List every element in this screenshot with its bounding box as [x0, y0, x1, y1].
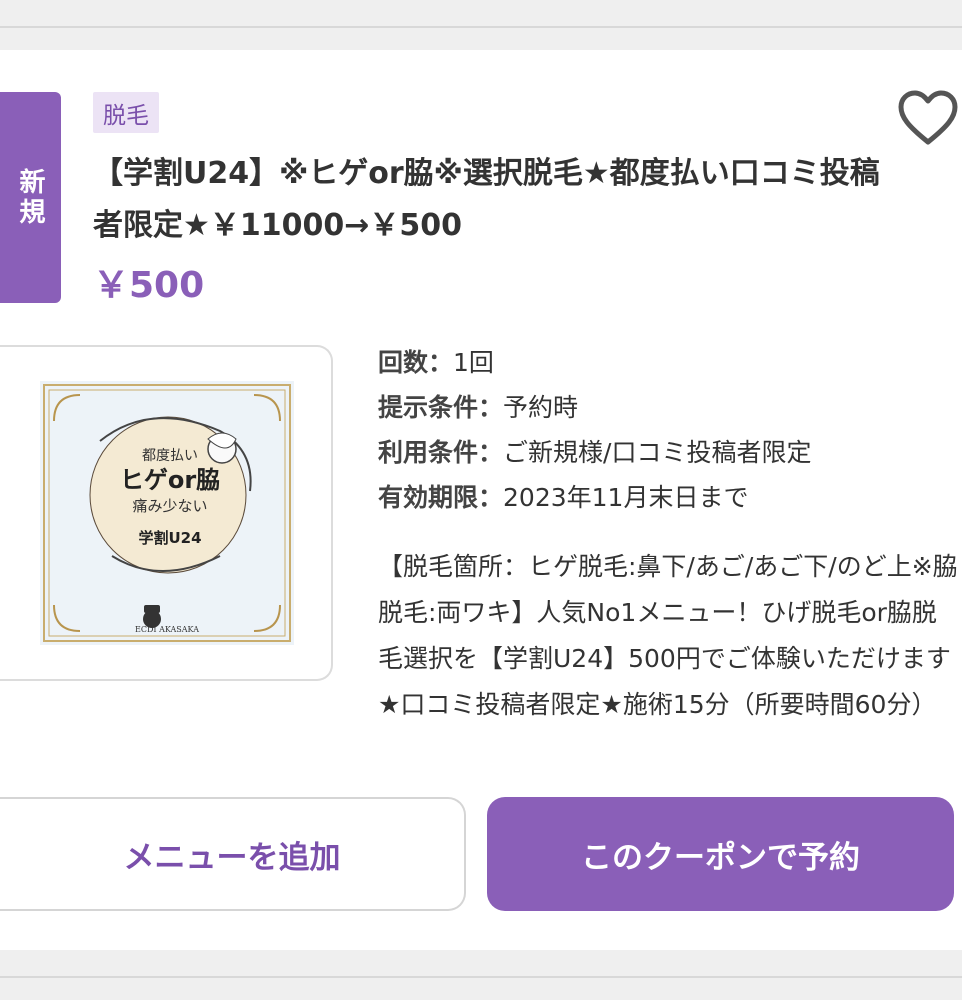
detail-value: 予約時	[503, 393, 579, 422]
bottom-divider	[0, 976, 962, 978]
detail-expiry: 有効期限：2023年11月末日まで	[378, 475, 948, 520]
bottom-separator	[0, 950, 962, 1000]
detail-value: 1回	[453, 348, 494, 377]
top-separator	[0, 0, 962, 50]
coupon-title[interactable]: 【学割U24】※ヒゲor脇※選択脱毛★都度払い口コミ投稿者限定★￥11000→￥…	[93, 148, 893, 252]
heart-outline-icon[interactable]	[898, 90, 958, 148]
detail-value: 2023年11月末日まで	[503, 483, 749, 512]
coupon-description: 【脱毛箇所：ヒゲ脱毛:鼻下/あご/あご下/のど上※脇脱毛:両ワキ】人気No1メニ…	[378, 552, 958, 719]
coupon-image[interactable]	[40, 381, 294, 645]
top-divider	[0, 26, 962, 28]
category-tag: 脱毛	[93, 92, 159, 133]
reserve-coupon-button[interactable]: このクーポンで予約	[487, 797, 954, 911]
detail-label: 提示条件：	[378, 393, 504, 422]
add-menu-button[interactable]: メニューを追加	[0, 797, 466, 911]
new-badge: 新規	[0, 92, 61, 303]
detail-present-condition: 提示条件：予約時	[378, 385, 948, 430]
coupon-details: 回数：1回 提示条件：予約時 利用条件：ご新規様/口コミ投稿者限定 有効期限：2…	[378, 340, 948, 520]
detail-count: 回数：1回	[378, 340, 948, 385]
image-brand: ECDI AKASAKA	[135, 625, 199, 634]
coupon-price: ￥500	[93, 265, 205, 306]
detail-value: ご新規様/口コミ投稿者限定	[503, 438, 812, 467]
detail-usage-condition: 利用条件：ご新規様/口コミ投稿者限定	[378, 430, 948, 475]
detail-label: 回数：	[378, 348, 454, 377]
detail-label: 有効期限：	[378, 483, 504, 512]
detail-label: 利用条件：	[378, 438, 504, 467]
